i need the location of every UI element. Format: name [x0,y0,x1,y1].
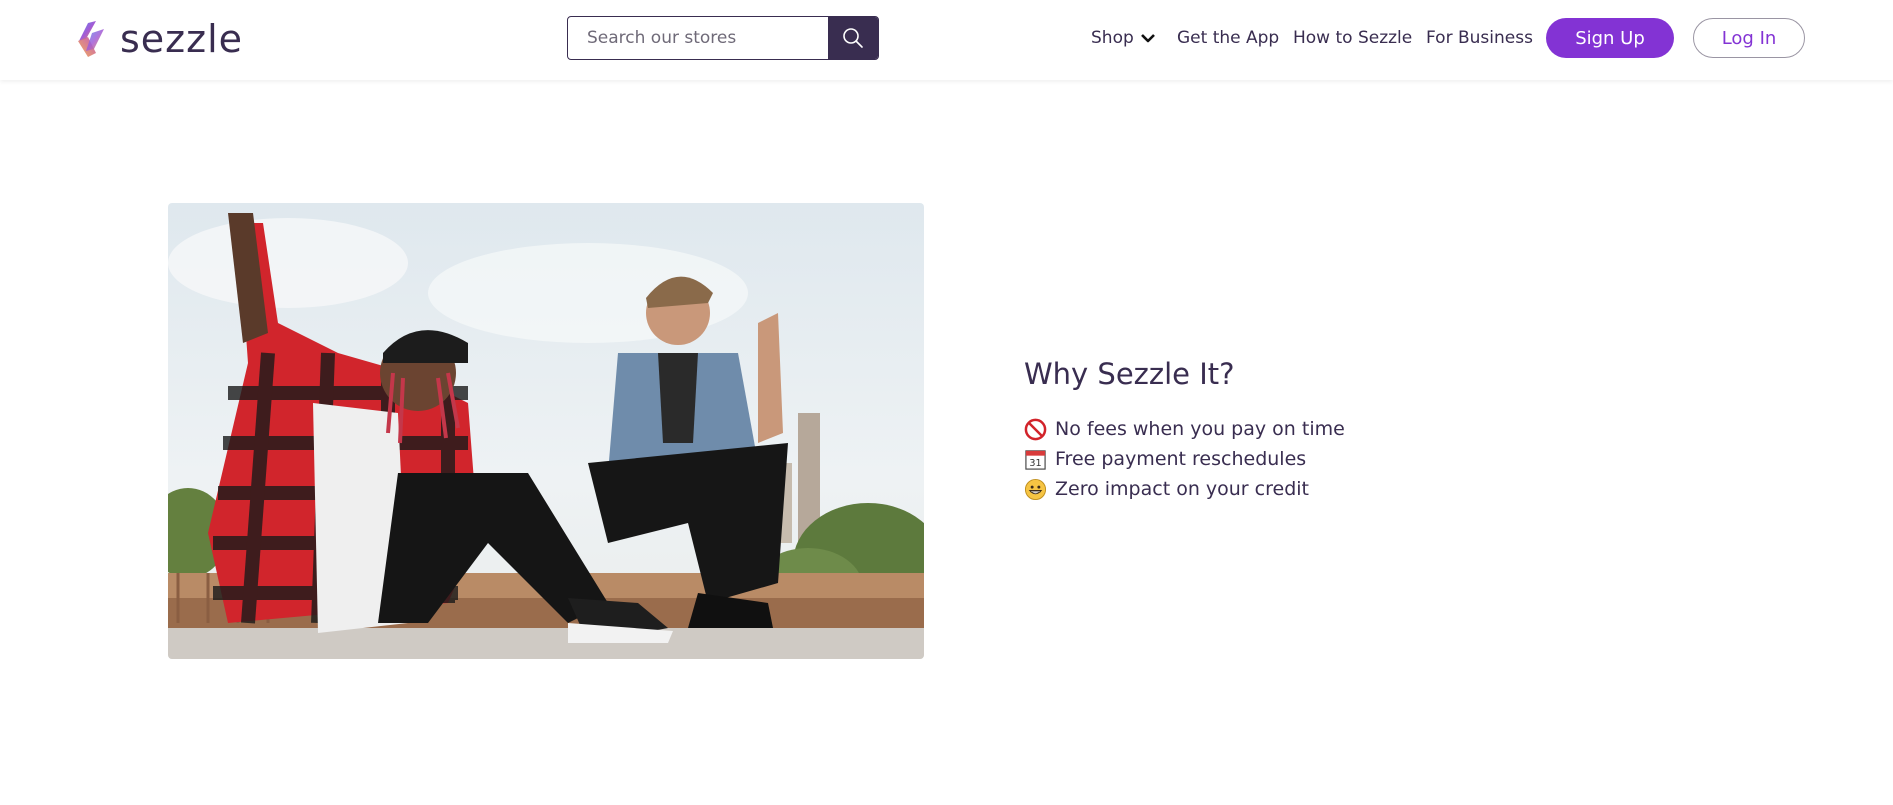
nav-for-business[interactable]: For Business [1426,0,1533,76]
nav-get-app[interactable]: Get the App [1177,0,1279,76]
sezzle-logo-icon [78,21,104,57]
feature-text: No fees when you pay on time [1055,418,1345,440]
svg-text:31: 31 [1029,458,1041,469]
feature-text: Zero impact on your credit [1055,478,1309,500]
store-search [567,16,879,60]
nav-get-app-label: Get the App [1177,28,1280,48]
nav-shop-label: Shop [1091,28,1134,48]
calendar-icon: 31 [1025,449,1046,470]
chevron-down-icon [1140,34,1155,43]
hero-image [168,203,924,659]
log-in-button[interactable]: Log In [1693,18,1805,58]
nav-how-to-sezzle[interactable]: How to Sezzle [1293,0,1412,76]
nav-shop[interactable]: Shop [1091,0,1156,76]
logo-text: sezzle [120,17,244,61]
feature-item: No fees when you pay on time [1024,414,1345,444]
search-icon [843,28,863,48]
features-list: No fees when you pay on time 31 Free pay… [1024,414,1345,504]
grinning-face-icon [1024,478,1047,500]
no-entry-icon [1024,418,1047,440]
why-sezzle-heading: Why Sezzle It? [1024,357,1235,391]
nav-how-to-sezzle-label: How to Sezzle [1293,28,1413,48]
sign-up-button[interactable]: Sign Up [1546,18,1674,58]
sezzle-logo[interactable]: sezzle [74,19,243,59]
search-input[interactable] [568,17,828,59]
site-header: sezzle Shop Get the App How to Sezzle Fo… [0,0,1893,80]
feature-item: 31 Free payment reschedules [1024,444,1345,474]
feature-text: Free payment reschedules [1055,448,1307,470]
search-button[interactable] [828,17,878,59]
feature-item: Zero impact on your credit [1024,474,1345,504]
nav-for-business-label: For Business [1426,28,1533,48]
